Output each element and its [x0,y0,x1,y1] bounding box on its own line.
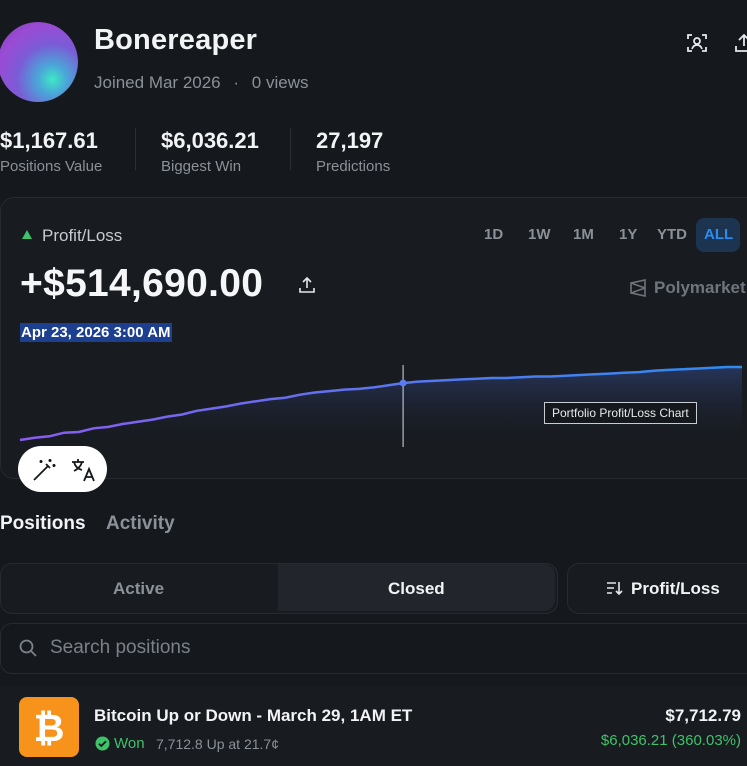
stat-biggest-win-label: Biggest Win [161,158,242,175]
hover-point [399,379,407,387]
qr-scan-icon[interactable] [686,32,708,54]
range-1y[interactable]: 1Y [619,226,637,243]
stat-positions-label: Positions Value [0,158,103,175]
chart-tooltip: Portfolio Profit/Loss Chart [544,402,697,424]
position-title[interactable]: Bitcoin Up or Down - March 29, 1AM ET [94,706,412,726]
stat-divider [135,128,136,170]
position-pnl: $6,036.21 (360.03%) [600,732,741,749]
polymarket-logo-icon [628,278,648,298]
hover-date: Apr 23, 2026 3:00 AM [20,323,172,342]
tab-activity[interactable]: Activity [106,513,175,535]
stat-positions-value: $1,167.61 [0,128,98,153]
segment-closed[interactable]: Closed [388,579,445,599]
position-detail: 7,712.8 Up at 21.7¢ [156,736,279,752]
bitcoin-icon: ₿ [19,697,79,757]
username: Bonereaper [94,24,258,56]
check-circle-icon [95,736,110,756]
position-amount: $7,712.79 [665,706,741,725]
stat-biggest-win-value: $6,036.21 [161,128,259,153]
meta-separator: · [233,73,240,92]
stat-divider [290,128,291,170]
magic-wand-icon[interactable] [31,457,57,488]
avatar [0,22,78,102]
sort-icon [605,579,623,602]
range-all[interactable]: ALL [704,226,733,243]
stat-predictions-value: 27,197 [316,128,384,153]
search-icon [18,638,38,663]
profile-meta: Joined Mar 2026 · 0 views [94,73,308,93]
translate-icon[interactable] [69,456,97,489]
segment-active[interactable]: Active [113,579,164,599]
sort-label: Profit/Loss [631,579,720,598]
tool-pill [18,446,107,492]
search-placeholder: Search positions [50,637,191,658]
up-triangle-icon [22,230,32,239]
position-status: Won [114,735,145,752]
joined-date: Joined Mar 2026 [94,73,221,92]
share-icon[interactable] [733,32,747,54]
share-pnl-icon[interactable] [298,276,316,294]
range-ytd[interactable]: YTD [657,226,687,243]
pnl-value: +$514,690.00 [20,262,264,305]
view-count: 0 views [251,73,309,92]
range-1m[interactable]: 1M [573,226,594,243]
tab-positions[interactable]: Positions [0,513,86,535]
range-1d[interactable]: 1D [484,226,503,243]
svg-text:₿: ₿ [34,708,65,750]
pnl-label: Profit/Loss [42,226,123,245]
range-1w[interactable]: 1W [528,226,551,243]
stat-predictions-label: Predictions [316,158,391,175]
brand-label: Polymarket [654,278,746,297]
position-row[interactable] [0,686,747,766]
